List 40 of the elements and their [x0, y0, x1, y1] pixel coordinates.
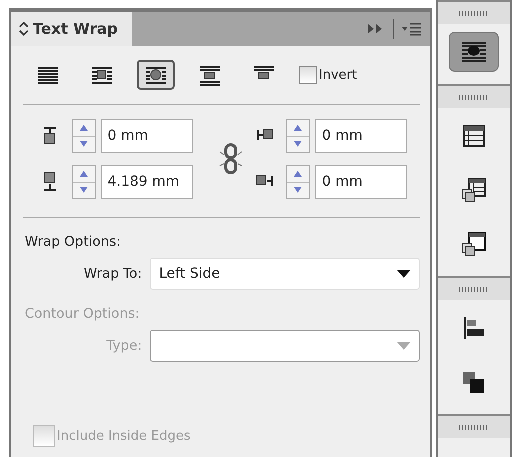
stepper[interactable] — [72, 119, 96, 153]
section-heading: Wrap Options: — [25, 234, 122, 250]
field-label: Type: — [106, 338, 142, 354]
chain-link-icon[interactable] — [218, 142, 244, 176]
panel-tab[interactable]: Text Wrap — [11, 12, 132, 46]
text-lines-icon — [36, 64, 60, 86]
offset-field[interactable]: 4.189 mm — [100, 165, 193, 199]
jump-object-icon — [198, 64, 222, 86]
bottom-offset-icon — [41, 172, 59, 192]
stepper[interactable] — [72, 165, 96, 199]
field-label: Wrap To: — [83, 266, 142, 282]
up-arrow-icon[interactable] — [294, 170, 302, 177]
type-dropdown[interactable] — [150, 330, 420, 362]
up-arrow-icon[interactable] — [294, 124, 302, 131]
offset-field[interactable]: 0 mm — [315, 165, 408, 199]
offset-field[interactable]: 0 mm — [100, 119, 193, 153]
stepper[interactable] — [286, 119, 310, 153]
dropdown-arrow-icon — [397, 342, 411, 350]
wrap-to-dropdown[interactable]: Left Side — [150, 258, 420, 290]
invert-checkbox[interactable] — [299, 66, 317, 84]
down-arrow-icon[interactable] — [80, 141, 88, 148]
wrap-mode-button[interactable] — [137, 60, 175, 90]
up-arrow-icon[interactable] — [80, 170, 88, 177]
down-arrow-icon[interactable] — [80, 187, 88, 194]
collapse-arrows-icon[interactable] — [19, 22, 29, 36]
down-arrow-icon[interactable] — [294, 187, 302, 194]
up-arrow-icon[interactable] — [80, 124, 88, 131]
offset-field[interactable]: 0 mm — [315, 119, 408, 153]
stepper[interactable] — [286, 165, 310, 199]
checkbox-label: Invert — [319, 68, 358, 82]
tab-title: Text Wrap — [33, 20, 118, 38]
dropdown-arrow-icon — [397, 270, 411, 278]
wrap-around-box-icon — [90, 64, 114, 86]
checkbox-label: Include Inside Edges — [57, 428, 191, 444]
top-offset-icon — [41, 126, 59, 146]
down-arrow-icon[interactable] — [294, 141, 302, 148]
wrap-around-shape-icon — [144, 64, 168, 86]
text-wrap-icon[interactable] — [449, 32, 499, 72]
section-heading: Contour Options: — [25, 306, 141, 322]
panel-menu-icon[interactable] — [402, 22, 422, 36]
